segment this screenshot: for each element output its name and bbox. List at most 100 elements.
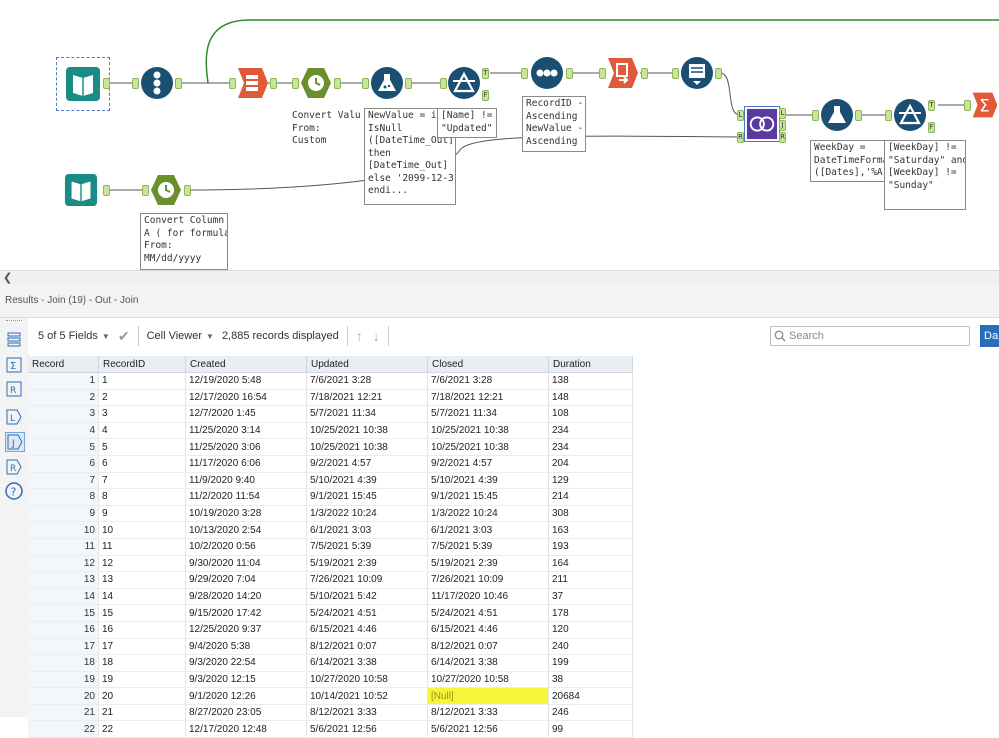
table-cell[interactable]: 12/7/2020 1:45 xyxy=(185,405,307,423)
arrow-up-icon[interactable]: ↑ xyxy=(356,328,363,344)
table-cell[interactable]: 7 xyxy=(98,472,186,490)
table-cell[interactable]: 8 xyxy=(98,488,186,506)
table-cell[interactable]: 9/4/2020 5:38 xyxy=(185,638,307,656)
table-cell[interactable]: 11 xyxy=(98,538,186,556)
table-cell[interactable]: 7/18/2021 12:21 xyxy=(427,389,549,407)
table-cell[interactable]: 7/26/2021 10:09 xyxy=(306,571,428,589)
table-cell[interactable]: 7/5/2021 5:39 xyxy=(306,538,428,556)
table-cell[interactable]: 11/17/2020 10:46 xyxy=(427,588,549,606)
table-cell[interactable]: 6/15/2021 4:46 xyxy=(306,621,428,639)
input-anchor[interactable] xyxy=(142,185,149,196)
table-cell[interactable]: 12/17/2020 12:48 xyxy=(185,720,307,738)
column-header-updated[interactable]: Updated xyxy=(306,356,428,373)
column-header-recordid[interactable]: RecordID xyxy=(98,356,186,373)
table-cell[interactable]: 3 xyxy=(98,405,186,423)
table-cell[interactable]: 13 xyxy=(98,571,186,589)
record-number-cell[interactable]: 20 xyxy=(28,687,99,705)
table-row[interactable]: 18 18 9/3/2020 22:54 6/14/2021 3:38 6/14/202… xyxy=(28,654,633,672)
table-cell[interactable]: 5/6/2021 12:56 xyxy=(427,720,549,738)
input-anchor[interactable] xyxy=(362,78,369,89)
table-row[interactable]: 14 14 9/28/2020 14:20 5/10/2021 5:42 11/17/2… xyxy=(28,588,633,606)
table-cell[interactable]: 10/27/2020 10:58 xyxy=(306,671,428,689)
table-cell[interactable]: 8/12/2021 0:07 xyxy=(427,638,549,656)
input-anchor[interactable] xyxy=(812,110,819,121)
output-anchor[interactable] xyxy=(184,185,191,196)
chevron-down-icon[interactable]: ▼ xyxy=(102,332,110,341)
record-id-tool[interactable] xyxy=(140,66,174,100)
l-anchor-icon[interactable]: L xyxy=(5,408,23,426)
table-cell[interactable]: 9/1/2021 15:45 xyxy=(306,488,428,506)
join-left-input[interactable]: L xyxy=(737,110,744,121)
table-cell[interactable]: 19 xyxy=(98,671,186,689)
record-number-cell[interactable]: 19 xyxy=(28,671,99,689)
table-cell[interactable]: 10 xyxy=(98,521,186,539)
table-cell[interactable]: 5/6/2021 12:56 xyxy=(306,720,428,738)
record-number-cell[interactable]: 4 xyxy=(28,422,99,440)
table-cell[interactable]: 99 xyxy=(548,720,633,738)
results-grid[interactable]: Record RecordID Created Updated Closed Durati… xyxy=(28,356,633,738)
table-cell[interactable]: 10/25/2021 10:38 xyxy=(306,422,428,440)
table-row[interactable]: 22 22 12/17/2020 12:48 5/6/2021 12:56 5/6/20… xyxy=(28,720,633,738)
table-cell[interactable]: 15 xyxy=(98,604,186,622)
append-fields-tool[interactable] xyxy=(680,56,714,90)
column-header-closed[interactable]: Closed xyxy=(427,356,549,373)
summarize-tool[interactable]: Σ xyxy=(971,88,999,122)
table-cell[interactable]: 234 xyxy=(548,422,633,440)
fields-selector[interactable]: 5 of 5 Fields xyxy=(38,330,98,342)
table-row[interactable]: 6 6 11/17/2020 6:06 9/2/2021 4:57 9/2/2021 4… xyxy=(28,455,633,473)
table-row[interactable]: 10 10 10/13/2020 2:54 6/1/2021 3:03 6/1/2021… xyxy=(28,521,633,539)
table-row[interactable]: 4 4 11/25/2020 3:14 10/25/2021 10:38 10/25/2… xyxy=(28,422,633,440)
record-number-cell[interactable]: 18 xyxy=(28,654,99,672)
filter-true-anchor[interactable]: T xyxy=(928,100,935,111)
output-anchor[interactable] xyxy=(566,68,573,79)
table-row[interactable]: 5 5 11/25/2020 3:06 10/25/2021 10:38 10/25/2… xyxy=(28,438,633,456)
table-cell[interactable]: 7/18/2021 12:21 xyxy=(306,389,428,407)
table-cell[interactable]: 5/10/2021 4:39 xyxy=(306,472,428,490)
table-cell[interactable]: 5/10/2021 4:39 xyxy=(427,472,549,490)
join-r-output[interactable]: R xyxy=(779,132,786,143)
table-cell[interactable]: 6/1/2021 3:03 xyxy=(306,521,428,539)
filter-false-anchor[interactable]: F xyxy=(482,90,489,101)
column-header-record[interactable]: Record xyxy=(28,356,99,373)
join-right-input[interactable]: R xyxy=(737,132,744,143)
record-number-cell[interactable]: 9 xyxy=(28,505,99,523)
table-cell[interactable]: 204 xyxy=(548,455,633,473)
output-anchor[interactable] xyxy=(175,78,182,89)
table-cell[interactable]: 6/15/2021 4:46 xyxy=(427,621,549,639)
table-cell[interactable]: 199 xyxy=(548,654,633,672)
table-cell[interactable]: 6/14/2021 3:38 xyxy=(427,654,549,672)
search-input[interactable]: Search xyxy=(770,326,970,346)
record-number-cell[interactable]: 3 xyxy=(28,405,99,423)
table-cell[interactable]: 108 xyxy=(548,405,633,423)
table-cell[interactable]: 178 xyxy=(548,604,633,622)
weekday-formula-tool[interactable] xyxy=(820,98,854,132)
table-cell[interactable]: 16 xyxy=(98,621,186,639)
join-tool[interactable] xyxy=(744,106,780,142)
table-cell[interactable]: 7/6/2021 3:28 xyxy=(306,372,428,390)
table-cell[interactable]: 11/25/2020 3:14 xyxy=(185,422,307,440)
table-cell[interactable]: 138 xyxy=(548,372,633,390)
table-cell[interactable]: 240 xyxy=(548,638,633,656)
table-cell[interactable]: 8/27/2020 23:05 xyxy=(185,704,307,722)
record-number-cell[interactable]: 21 xyxy=(28,704,99,722)
table-cell[interactable]: 12/19/2020 5:48 xyxy=(185,372,307,390)
table-cell[interactable]: 7/6/2021 3:28 xyxy=(427,372,549,390)
table-cell[interactable]: 37 xyxy=(548,588,633,606)
help-icon[interactable]: ? xyxy=(5,482,23,500)
table-cell[interactable]: 38 xyxy=(548,671,633,689)
table-cell[interactable]: 10/25/2021 10:38 xyxy=(427,422,549,440)
output-anchor[interactable] xyxy=(641,68,648,79)
input-anchor[interactable] xyxy=(964,100,971,111)
table-cell[interactable]: 10/25/2021 10:38 xyxy=(427,438,549,456)
table-cell[interactable]: 6 xyxy=(98,455,186,473)
table-row[interactable]: 11 11 10/2/2020 0:56 7/5/2021 5:39 7/5/2021 … xyxy=(28,538,633,556)
table-row[interactable]: 13 13 9/29/2020 7:04 7/26/2021 10:09 7/26/20… xyxy=(28,571,633,589)
table-row[interactable]: 21 21 8/27/2020 23:05 8/12/2021 3:33 8/12/20… xyxy=(28,704,633,722)
record-number-cell[interactable]: 15 xyxy=(28,604,99,622)
r-output-anchor-icon[interactable]: R xyxy=(5,458,23,476)
table-cell[interactable]: 9/1/2021 15:45 xyxy=(427,488,549,506)
table-cell[interactable]: 1/3/2022 10:24 xyxy=(306,505,428,523)
arrow-down-icon[interactable]: ↓ xyxy=(373,328,380,344)
output-anchor[interactable] xyxy=(405,78,412,89)
record-number-cell[interactable]: 11 xyxy=(28,538,99,556)
